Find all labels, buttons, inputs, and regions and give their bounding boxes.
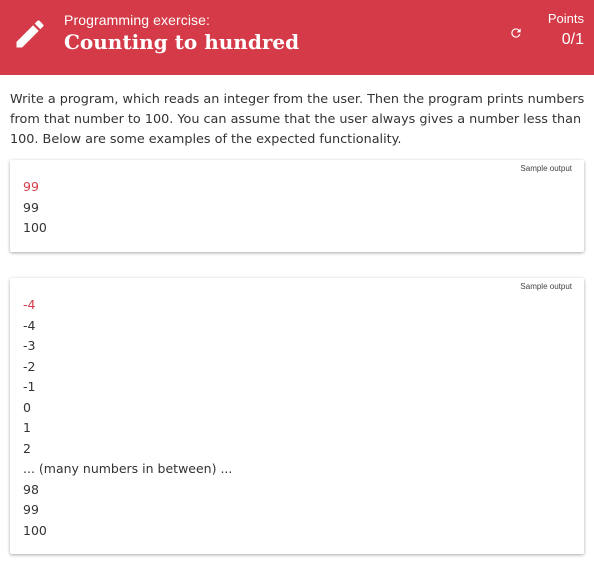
refresh-icon[interactable] bbox=[509, 26, 523, 40]
sample-line: 0 bbox=[23, 399, 31, 415]
sample-output-lines: 99 99 100 bbox=[23, 177, 47, 239]
sample-line: 99 bbox=[23, 199, 39, 215]
sample-output-card: Sample output -4 -4 -3 -2 -1 0 1 2 ... (… bbox=[10, 278, 584, 554]
sample-line-input: -4 bbox=[23, 297, 36, 312]
sample-line: 98 bbox=[23, 481, 39, 497]
exercise-kicker: Programming exercise: bbox=[64, 12, 211, 28]
sample-line: -1 bbox=[23, 379, 36, 394]
sample-output-lines: -4 -4 -3 -2 -1 0 1 2 ... (many numbers i… bbox=[23, 295, 232, 541]
points-value: 0/1 bbox=[561, 31, 584, 48]
sample-line: 1 bbox=[23, 420, 31, 435]
sample-line: -3 bbox=[23, 338, 36, 353]
sample-line: 2 bbox=[23, 440, 31, 456]
sample-line-input: 99 bbox=[23, 179, 39, 194]
exercise-title: Counting to hundred bbox=[64, 30, 300, 54]
exercise-description: Write a program, which reads an integer … bbox=[10, 92, 585, 147]
sample-line: 100 bbox=[23, 220, 47, 235]
pencil-icon bbox=[16, 20, 44, 48]
sample-line: 99 bbox=[23, 502, 39, 517]
sample-output-card: Sample output 99 99 100 bbox=[10, 160, 584, 252]
sample-line: -4 bbox=[23, 317, 36, 333]
exercise-header: Programming exercise: Counting to hundre… bbox=[0, 0, 594, 75]
points-label: Points bbox=[547, 11, 584, 26]
sample-line: 100 bbox=[23, 522, 47, 538]
sample-output-label: Sample output bbox=[520, 164, 572, 173]
sample-line: -2 bbox=[23, 358, 36, 374]
sample-output-label: Sample output bbox=[520, 282, 572, 291]
sample-line: ... (many numbers in between) ... bbox=[23, 461, 233, 476]
